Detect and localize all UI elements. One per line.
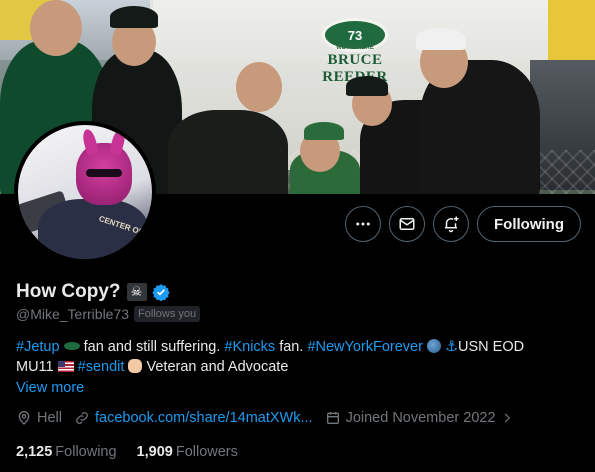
hashtag-knicks[interactable]: #Knicks <box>224 339 275 355</box>
banner-person <box>168 110 288 194</box>
location-pin-icon <box>18 411 30 425</box>
followers-label: Followers <box>175 444 238 460</box>
follow-stats: 2,125 Following 1,909 Followers <box>16 444 258 460</box>
banner-person-cap <box>110 6 158 28</box>
link-icon <box>76 412 88 424</box>
hashtag-sendit[interactable]: #sendit <box>78 359 125 375</box>
envelope-icon <box>399 218 415 230</box>
website-item[interactable]: facebook.com/share/14matXWk... <box>74 410 313 426</box>
banner-sign-right <box>548 0 595 60</box>
banner-person-head <box>30 0 82 56</box>
profile-avatar[interactable]: CENTER OF <box>14 121 156 263</box>
anchor-emoji-icon: ⚓ <box>445 339 459 355</box>
globe-emoji-icon <box>426 339 441 353</box>
banner-flag-subtitle: WE'RE HERE <box>336 45 374 51</box>
joined-item[interactable]: Joined November 2022 <box>325 410 519 426</box>
skull-emoji-icon: ☠ <box>126 283 147 301</box>
location-text: Hell <box>37 410 62 426</box>
jet-emoji-icon <box>63 342 80 350</box>
bio-text: USN EOD <box>458 339 525 355</box>
banner-person-head <box>236 62 282 112</box>
chevron-right-icon <box>504 413 510 423</box>
us-flag-emoji-icon <box>57 361 74 372</box>
following-count: 2,125 <box>16 444 53 460</box>
follows-you-badge: Follows you <box>134 306 201 322</box>
banner-person-cap <box>346 76 388 96</box>
bio-text: fan. <box>275 339 308 355</box>
banner-person-cap <box>416 28 466 50</box>
following-label: Following <box>55 444 117 460</box>
hashtag-jetup[interactable]: #Jetup <box>16 339 60 355</box>
more-icon <box>356 222 370 226</box>
calendar-icon <box>326 412 339 424</box>
profile-meta-row: Hell facebook.com/share/14matXWk... Join… <box>16 410 531 426</box>
location-item: Hell <box>16 410 62 426</box>
verified-badge-icon[interactable] <box>151 283 170 301</box>
user-handle: @Mike_Terrible73 <box>16 306 130 322</box>
more-options-button[interactable] <box>345 206 381 242</box>
banner-person-cap <box>304 122 344 140</box>
hashtag-newyorkforever[interactable]: #NewYorkForever <box>307 339 423 355</box>
bell-plus-icon <box>445 216 459 233</box>
notifications-button[interactable] <box>433 206 469 242</box>
bio-text: fan and still suffering. <box>79 339 225 355</box>
followers-stat[interactable]: 1,909 Followers <box>137 444 238 460</box>
profile-bio: #Jetup fan and still suffering. #Knicks … <box>16 337 586 377</box>
avatar-mask-eyes <box>86 169 122 177</box>
bio-text: Veteran and Advocate <box>146 359 289 375</box>
joined-text: Joined November 2022 <box>345 410 496 426</box>
followers-count: 1,909 <box>136 444 173 460</box>
view-more-link[interactable]: View more <box>16 380 84 396</box>
handle-row: @Mike_Terrible73 Follows you <box>16 306 201 322</box>
hand-emoji-icon <box>128 359 143 373</box>
bio-text: MU11 <box>16 359 54 375</box>
following-stat[interactable]: 2,125 Following <box>16 444 117 460</box>
display-name: How Copy? <box>16 281 121 302</box>
following-button[interactable]: Following <box>477 206 581 242</box>
website-link[interactable]: facebook.com/share/14matXWk... <box>95 410 313 426</box>
message-button[interactable] <box>389 206 425 242</box>
profile-name-row: How Copy? ☠ <box>16 280 170 304</box>
